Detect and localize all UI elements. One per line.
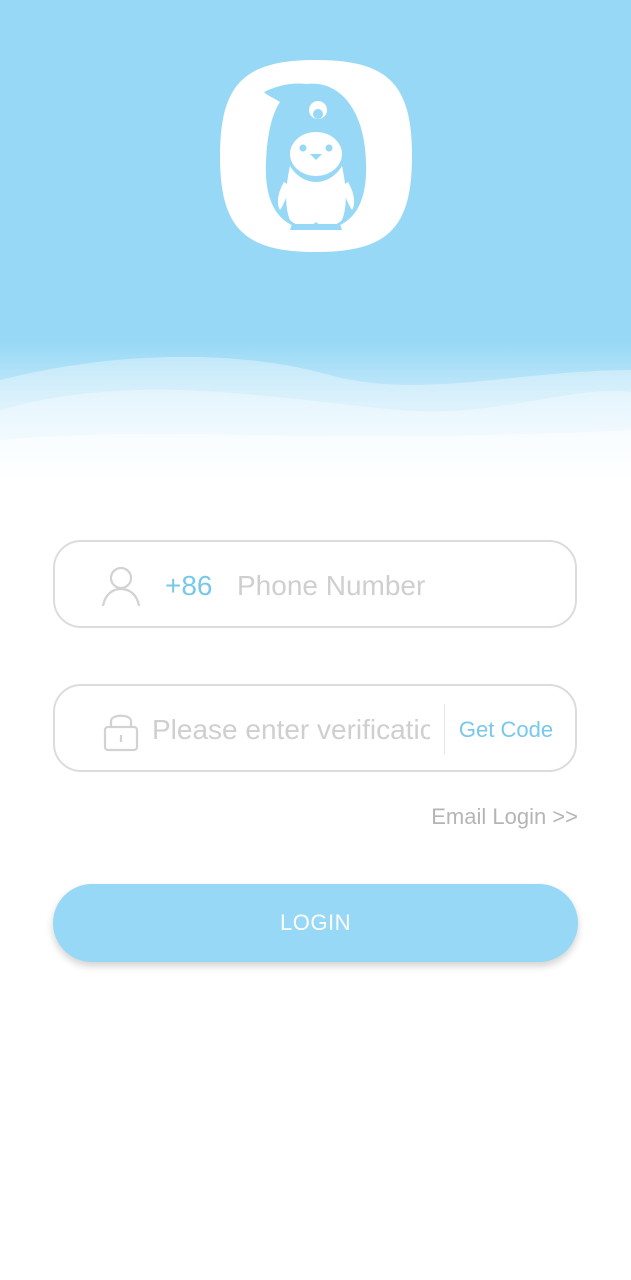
get-code-button[interactable]: Get Code: [447, 708, 565, 752]
verification-code-input[interactable]: [152, 708, 430, 752]
wave-decoration: [0, 356, 631, 490]
login-button[interactable]: LOGIN: [53, 884, 578, 962]
user-icon: [99, 564, 143, 608]
phone-number-input[interactable]: [237, 564, 557, 608]
lock-icon: [99, 708, 143, 752]
country-code[interactable]: +86: [165, 569, 213, 603]
header-banner: [0, 0, 631, 490]
phone-field[interactable]: +86: [53, 540, 577, 628]
verification-code-field[interactable]: Get Code: [53, 684, 577, 772]
email-login-link[interactable]: Email Login >>: [431, 804, 578, 830]
field-divider: [444, 704, 445, 754]
penguin-logo-icon: [218, 58, 414, 254]
